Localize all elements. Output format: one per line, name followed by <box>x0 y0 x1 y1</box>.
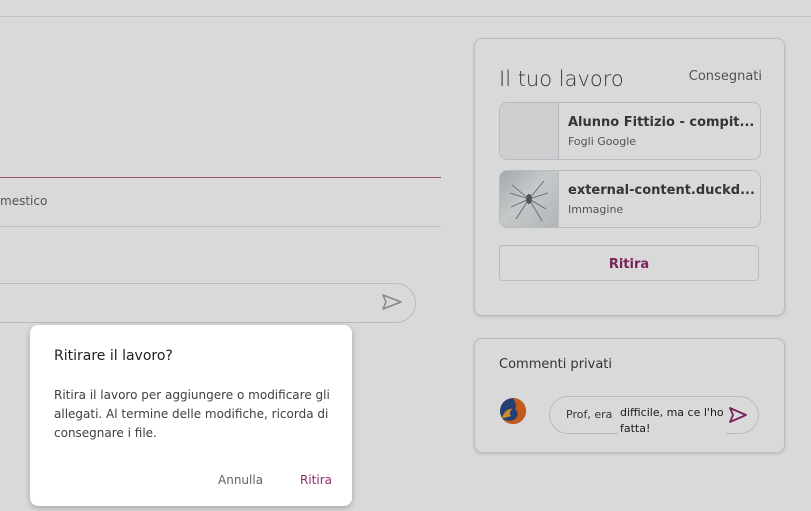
dialog-title: Ritirare il lavoro? <box>54 348 173 364</box>
classroom-assignment-page: mestico Il tuo lavoro Consegnati Alunno … <box>0 0 811 511</box>
withdraw-dialog: Ritirare il lavoro? Ritira il lavoro per… <box>30 325 352 506</box>
cancel-button[interactable]: Annulla <box>218 473 263 487</box>
dialog-message: Ritira il lavoro per aggiungere o modifi… <box>54 388 330 440</box>
confirm-withdraw-button[interactable]: Ritira <box>300 473 332 487</box>
